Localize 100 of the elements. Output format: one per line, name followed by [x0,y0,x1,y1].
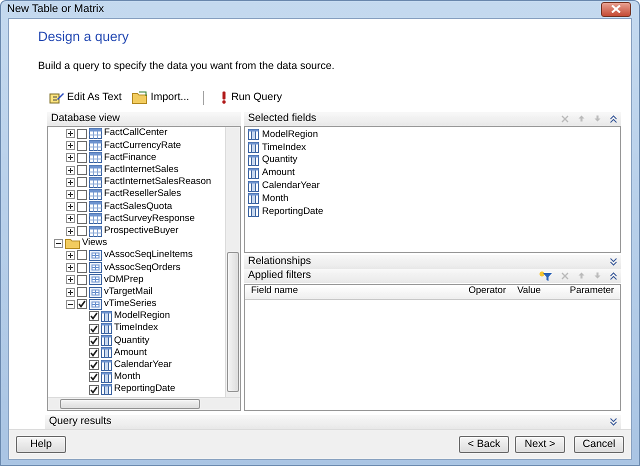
tree-item-label[interactable]: TimeIndex [114,321,158,336]
delete-icon [561,272,569,280]
table-icon [89,201,102,212]
run-query-button[interactable]: Run Query [218,90,284,106]
column-header[interactable]: Parameter [564,284,620,299]
expander-icon[interactable] [66,190,75,200]
table-icon [89,140,102,152]
checkbox[interactable] [77,250,87,260]
checkbox[interactable] [77,274,87,285]
checkbox[interactable] [89,324,99,334]
expander-icon[interactable] [66,178,75,187]
tree-item-label[interactable]: vTargetMail [104,284,153,300]
horizontal-scrollbar[interactable] [48,396,240,410]
tree-item-label[interactable]: FactInternetSalesReason [104,175,212,190]
field-label[interactable]: Amount [262,166,295,180]
expander-icon[interactable] [66,226,75,236]
expander-icon[interactable] [66,153,75,162]
table-icon [89,189,102,200]
tree-item-label[interactable]: ProspectiveBuyer [104,224,178,238]
expander-icon[interactable] [66,129,75,138]
tree-item-label[interactable]: FactSalesQuota [104,200,172,214]
checkbox[interactable] [89,336,99,346]
checkbox[interactable] [77,128,87,139]
checkbox[interactable] [89,311,99,322]
folder-icon [65,238,80,249]
up-icon [578,272,585,279]
expand-icon[interactable] [610,258,617,266]
field-label[interactable]: ModelRegion [262,128,318,142]
tree-item-label[interactable]: vTimeSeries [104,297,156,312]
table-icon [89,128,102,140]
help-button[interactable]: Help [16,436,66,452]
expander-icon[interactable] [66,263,75,272]
cancel-button[interactable]: Cancel [574,436,624,452]
checkbox[interactable] [77,190,87,200]
expander-icon[interactable] [66,202,75,212]
column-icon [101,384,112,396]
checkbox[interactable] [89,384,99,395]
collapse-icon[interactable] [610,114,617,122]
tree-item-label[interactable]: FactCallCenter [104,126,168,141]
field-label[interactable]: TimeIndex [262,140,306,155]
field-label[interactable]: Quantity [262,153,298,168]
tree-item-label[interactable]: Amount [114,346,147,360]
expander-icon[interactable] [66,214,75,224]
expander-icon[interactable] [66,250,75,260]
expander-icon[interactable] [66,288,75,297]
checkbox[interactable] [77,177,87,188]
tree-item-label[interactable]: CalendarYear [114,358,172,372]
column-header[interactable]: Field name [245,284,462,299]
vertical-scrollbar[interactable] [225,126,240,396]
field-label[interactable]: Month [262,192,288,206]
checkbox[interactable] [77,226,87,236]
field-label[interactable]: CalendarYear [262,178,320,194]
tree-item-label[interactable]: Quantity [114,334,150,348]
next-button[interactable]: Next > [515,436,565,452]
exclamation-icon [220,91,228,104]
tree-item-label[interactable]: ReportingDate [114,382,176,396]
column-icon [101,335,112,346]
tree-item-label[interactable]: FactCurrencyRate [104,138,182,153]
expand-icon[interactable] [610,418,617,426]
checkbox[interactable] [89,360,99,370]
checkbox[interactable] [89,348,99,358]
column-icon [248,168,259,179]
checkbox[interactable] [77,214,87,224]
column-icon [248,180,259,192]
add-filter-icon [539,270,552,280]
expander-icon[interactable] [66,275,75,284]
tree-item-label[interactable]: FactFinance [104,150,156,166]
checkbox[interactable] [77,152,87,163]
column-icon [248,193,259,204]
down-icon [594,115,601,122]
column-header[interactable]: Value [511,284,564,299]
tree-item-label[interactable]: FactInternetSales [104,163,178,178]
checkbox[interactable] [77,140,87,151]
up-icon [578,115,585,122]
checkbox[interactable] [77,202,87,212]
expander-icon[interactable] [66,300,75,309]
tree-item-label[interactable]: vAssocSeqOrders [104,260,181,275]
tree-item-label[interactable]: ModelRegion [114,309,170,324]
tree-item-label[interactable]: vAssocSeqLineItems [104,248,193,263]
checkbox[interactable] [77,287,87,298]
column-header[interactable]: Operator [462,284,512,299]
import-button[interactable]: Import... [130,90,192,106]
query-results-bar[interactable]: Query results [45,414,621,428]
expander-icon[interactable] [66,166,75,175]
checkbox[interactable] [89,372,99,382]
field-label[interactable]: ReportingDate [262,204,324,219]
close-button[interactable] [601,2,631,17]
folder-label[interactable]: Views [82,236,108,250]
tree-item-label[interactable]: FactResellerSales [104,187,182,202]
tree-item-label[interactable]: FactSurveyResponse [104,212,195,226]
checkbox[interactable] [77,165,87,176]
edit-button[interactable]: Edit As Text [47,90,124,106]
collapse-icon[interactable] [610,272,617,280]
tree-item-label[interactable]: vDMPrep [104,272,144,287]
expander-icon[interactable] [54,238,63,248]
tree-item-label[interactable]: Month [114,370,140,384]
checkbox[interactable] [77,262,87,273]
expander-icon[interactable] [66,141,75,150]
checkbox[interactable] [77,299,87,310]
back-button[interactable]: < Back [459,436,509,452]
